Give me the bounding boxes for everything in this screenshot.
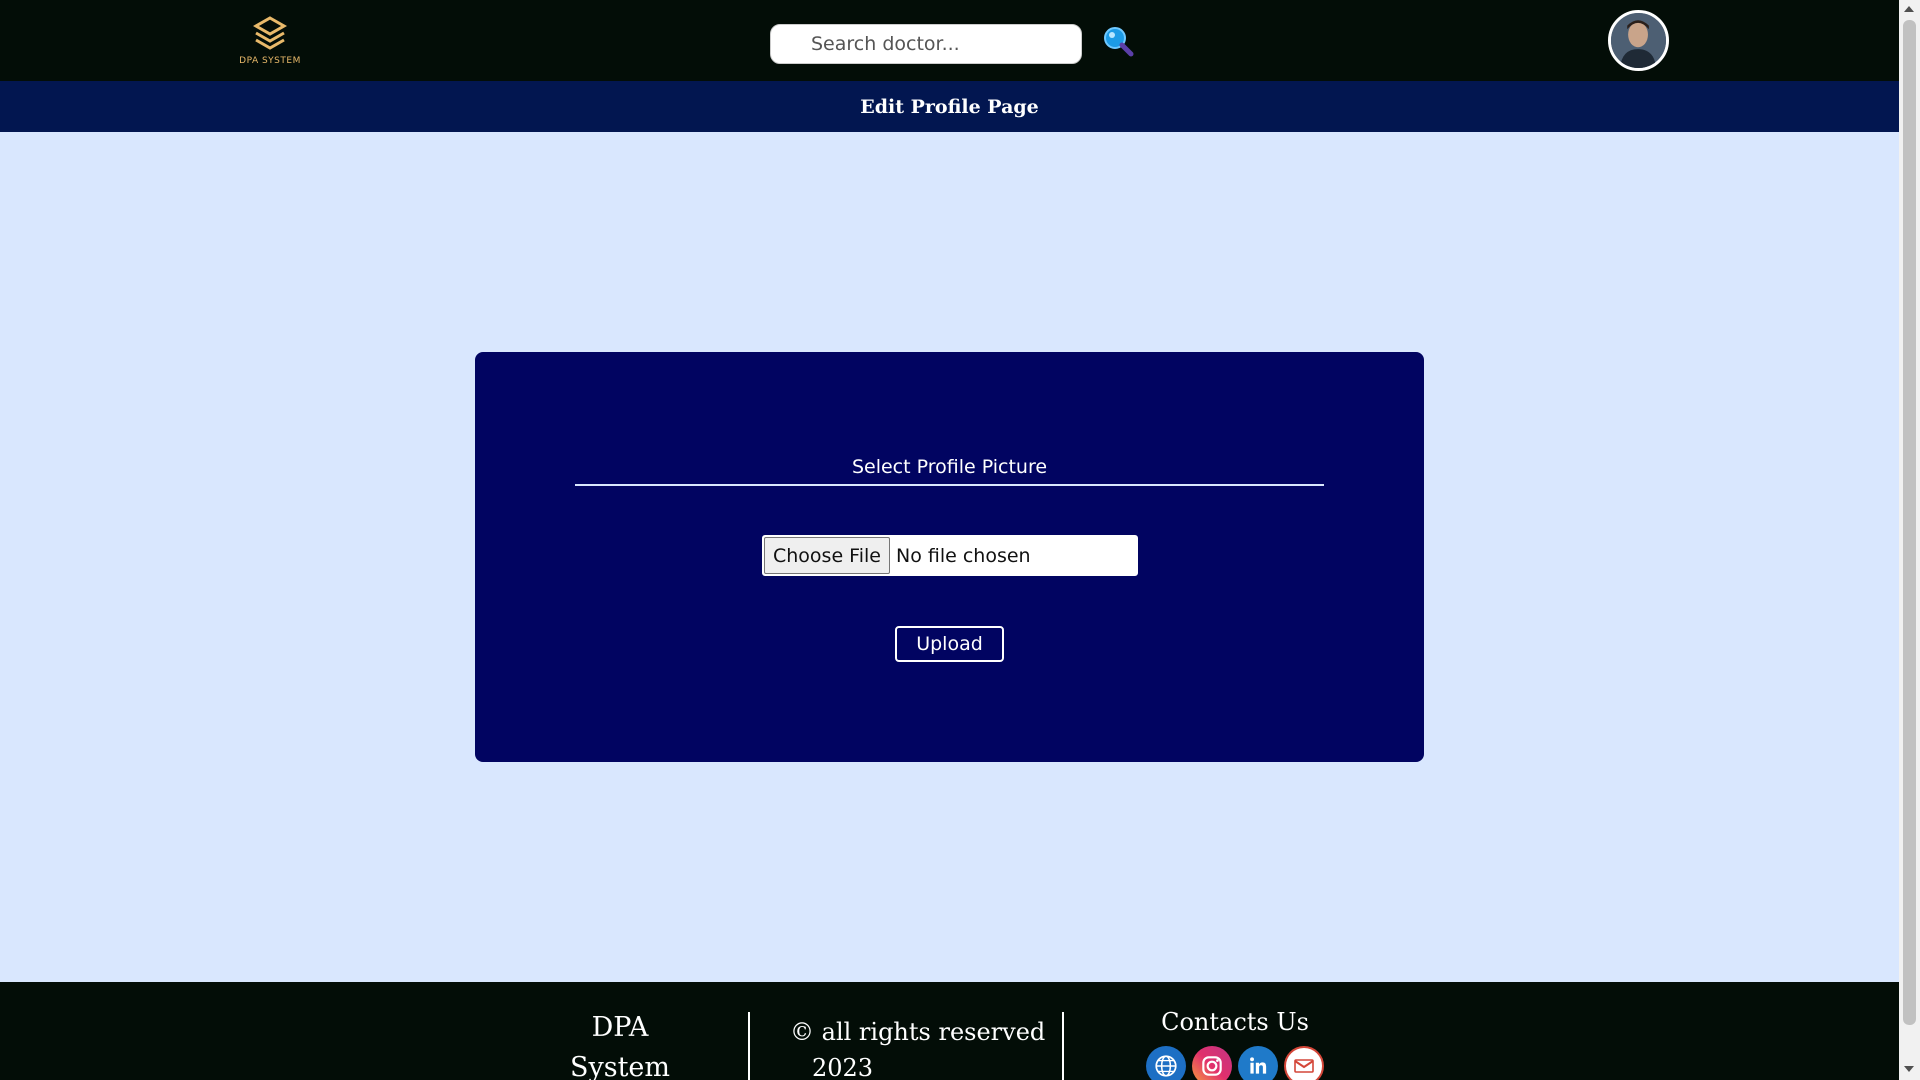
footer-divider xyxy=(1062,1012,1064,1080)
scroll-thumb[interactable] xyxy=(1903,20,1916,1025)
instagram-icon[interactable] xyxy=(1192,1046,1232,1080)
top-navbar: DPA SYSTEM xyxy=(0,0,1899,81)
page-title: Edit Profile Page xyxy=(860,95,1039,118)
logo-text: DPA SYSTEM xyxy=(239,56,301,66)
search-icon xyxy=(1104,27,1134,57)
user-avatar[interactable] xyxy=(1608,10,1669,71)
search-button[interactable] xyxy=(1100,24,1136,60)
footer-copyright: © all rights reserved 2023 xyxy=(790,1014,1050,1080)
footer-divider xyxy=(748,1012,750,1080)
social-links xyxy=(1140,1046,1330,1080)
copyright-text: © all rights reserved xyxy=(790,1018,1046,1046)
footer-brand-line2: System xyxy=(569,1052,671,1080)
linkedin-icon[interactable] xyxy=(1238,1046,1278,1080)
scroll-up-arrow[interactable] xyxy=(1904,6,1914,12)
page-title-bar: Edit Profile Page xyxy=(0,81,1899,132)
globe-icon[interactable] xyxy=(1146,1046,1186,1080)
scroll-down-arrow[interactable] xyxy=(1904,1066,1914,1072)
dpa-logo[interactable]: DPA SYSTEM xyxy=(230,14,310,70)
gmail-icon[interactable] xyxy=(1284,1046,1324,1080)
linkedin-glyph xyxy=(1250,1057,1267,1074)
copyright-year: 2023 xyxy=(812,1054,874,1080)
globe-glyph xyxy=(1155,1055,1177,1077)
upload-button[interactable]: Upload xyxy=(895,626,1004,662)
search-doctor-input[interactable] xyxy=(770,24,1082,64)
logo-icon xyxy=(252,16,288,50)
avatar-image xyxy=(1611,13,1666,68)
file-input[interactable]: Choose File No file chosen xyxy=(762,535,1138,576)
footer-contacts: Contacts Us xyxy=(1140,1008,1330,1080)
contacts-title: Contacts Us xyxy=(1161,1008,1309,1036)
footer-brand: DPA System xyxy=(560,1008,680,1080)
upload-card: Select Profile Picture Choose File No fi… xyxy=(475,352,1424,762)
footer: DPA System © all rights reserved 2023 Co… xyxy=(0,982,1899,1080)
page-scrollbar[interactable] xyxy=(1899,0,1920,1080)
choose-file-button[interactable]: Choose File xyxy=(764,537,890,574)
gmail-glyph xyxy=(1294,1059,1314,1073)
footer-brand-line1: DPA xyxy=(591,1012,649,1043)
form-heading: Select Profile Picture xyxy=(575,456,1324,486)
instagram-glyph xyxy=(1202,1056,1222,1076)
file-status-text: No file chosen xyxy=(895,544,1031,567)
